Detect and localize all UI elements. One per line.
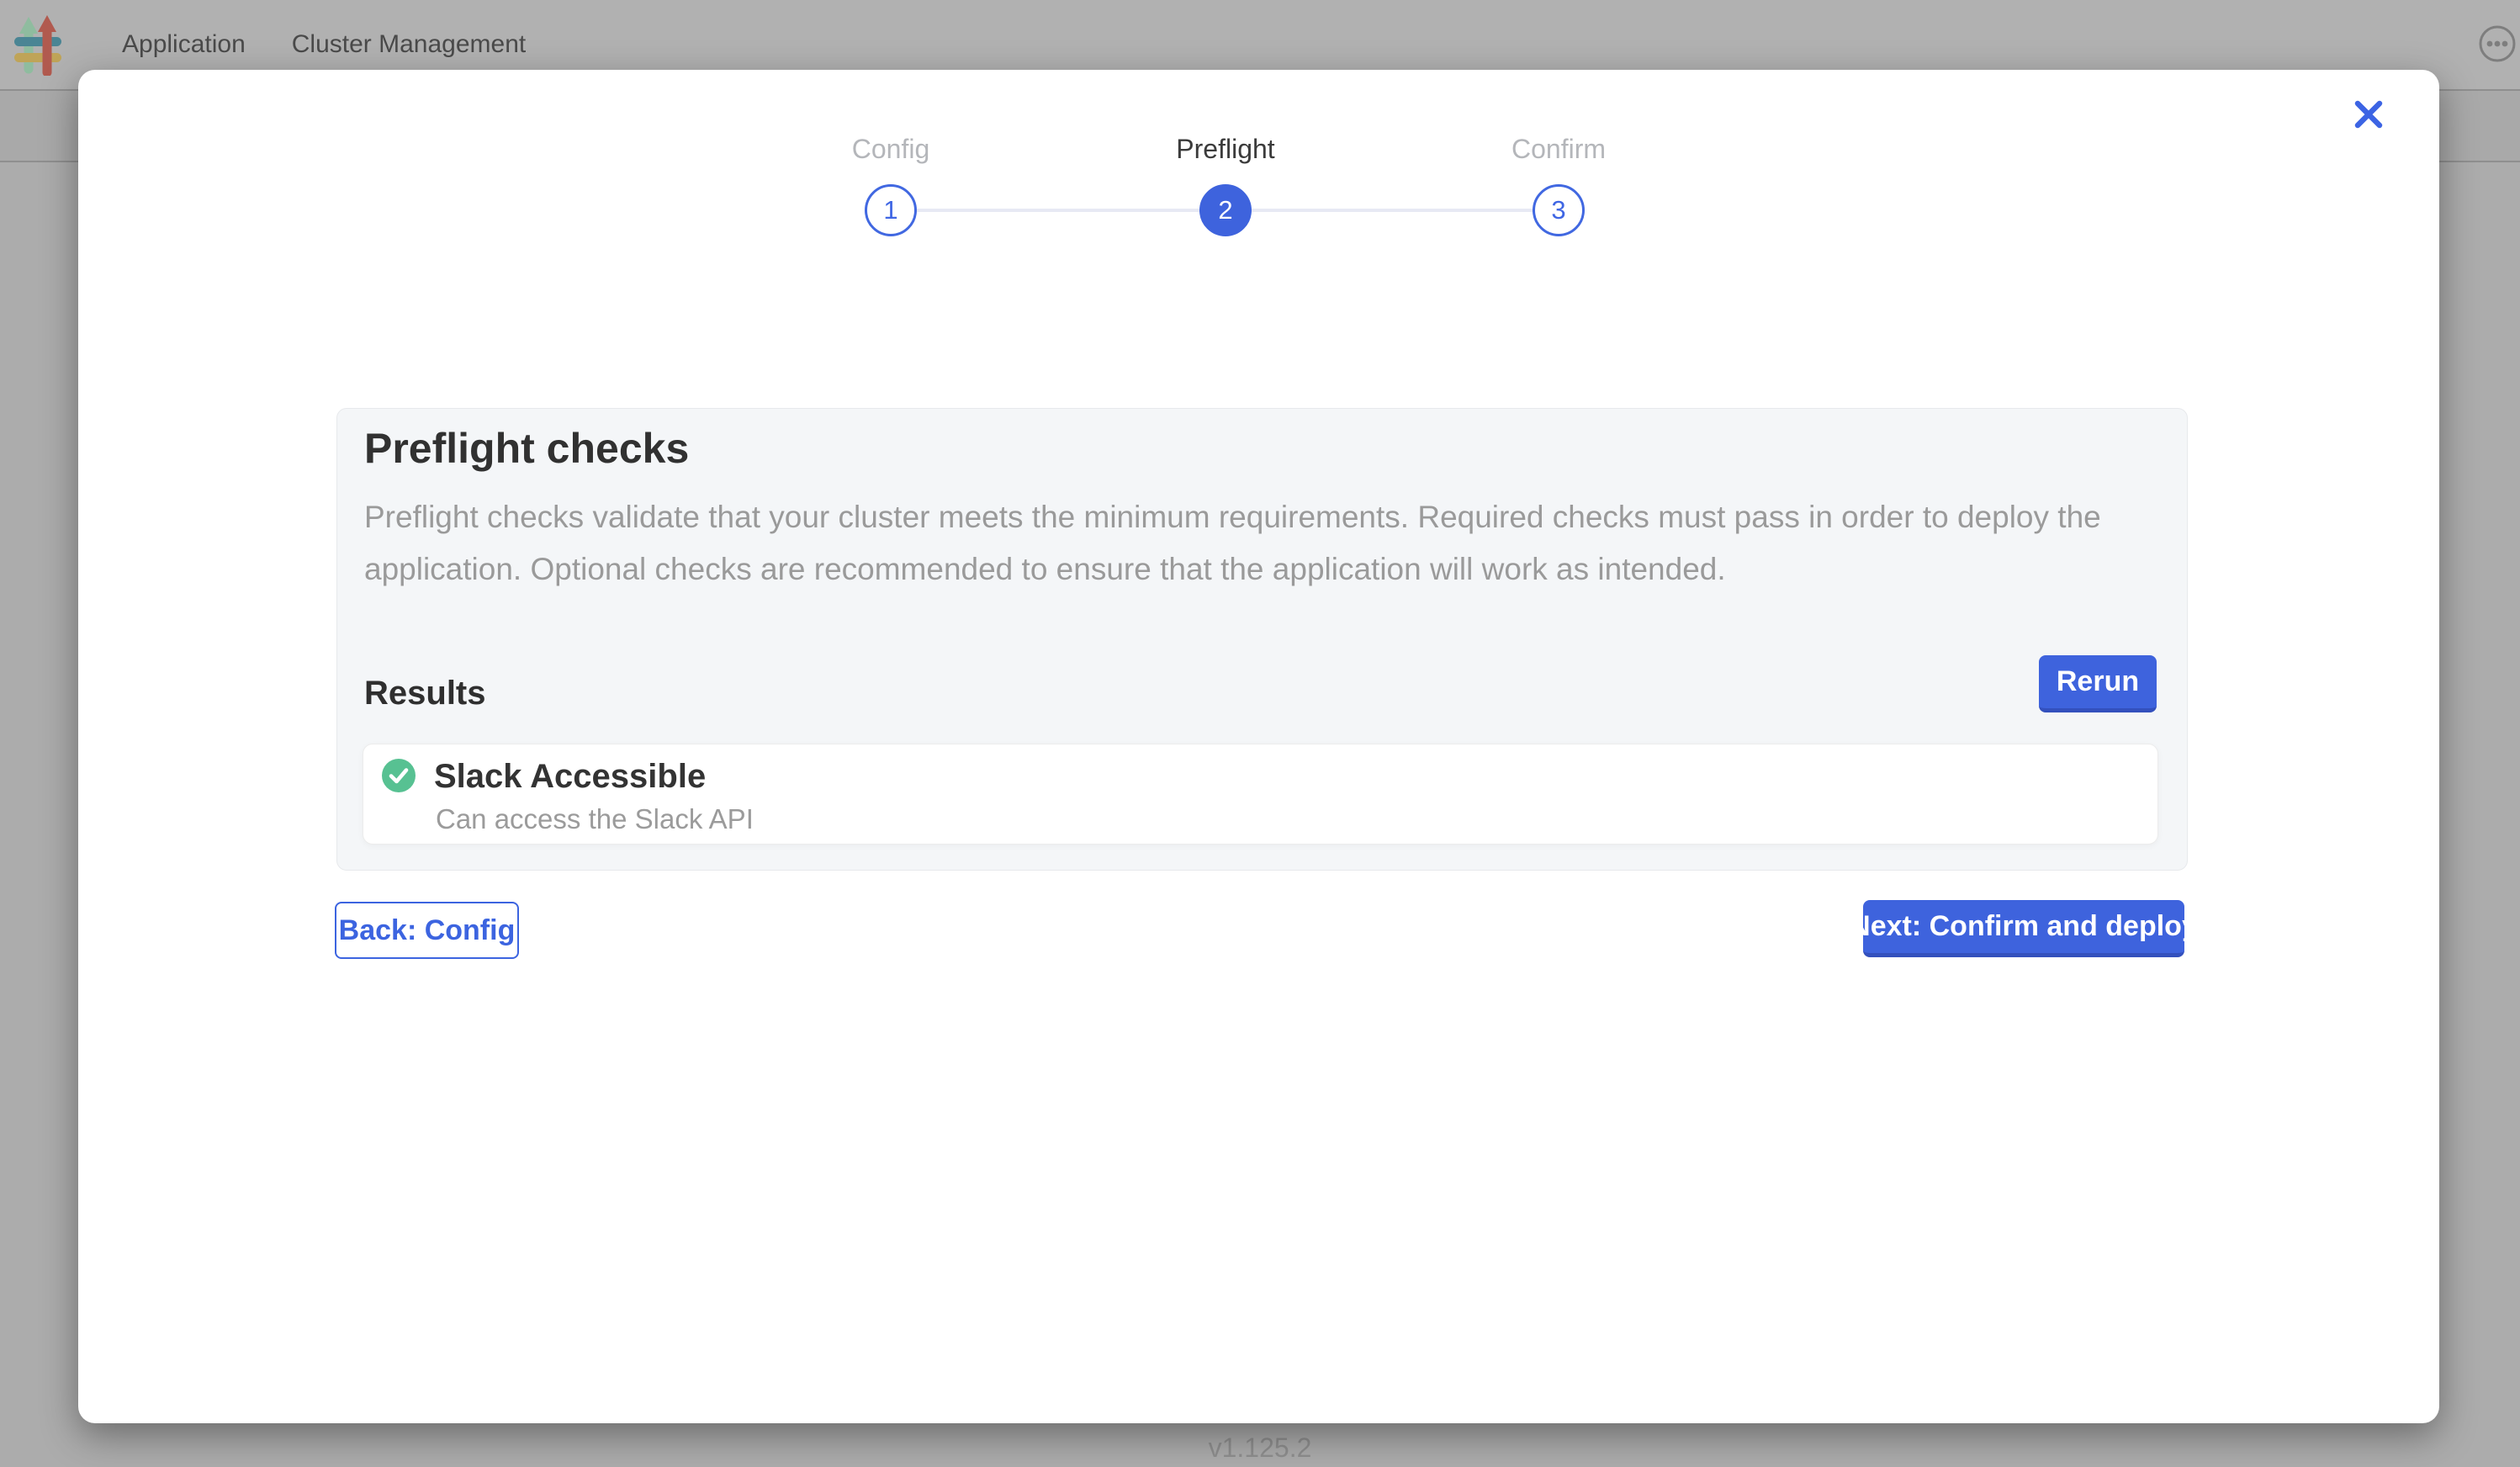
next-confirm-deploy-button[interactable]: Next: Confirm and deploy [1863,900,2184,957]
ellipsis-menu-icon[interactable] [2478,24,2517,63]
step-circle-config[interactable]: 1 [865,184,917,236]
card-title: Preflight checks [364,424,689,473]
step-label-config: Config [852,134,930,165]
results-heading: Results [364,675,486,712]
kots-logo-icon [13,13,64,76]
close-modal-button[interactable] [2349,95,2388,134]
step-label-confirm: Confirm [1511,134,1606,165]
rerun-button[interactable]: Rerun [2039,655,2157,712]
check-detail: Can access the Slack API [436,803,754,835]
app-version-text: v1.125.2 [0,1433,2520,1464]
step-circle-preflight[interactable]: 2 [1199,184,1252,236]
preflight-wizard-modal: Config Preflight Confirm 1 2 3 Preflight… [78,70,2439,1423]
back-config-button[interactable]: Back: Config [335,902,519,959]
check-circle-icon [382,759,416,792]
close-icon [2353,99,2384,130]
check-result-row: Slack Accessible Can access the Slack AP… [363,744,2158,845]
preflight-checks-card: Preflight checks Preflight checks valida… [336,408,2188,871]
screen: Application Cluster Management v1.125.2 … [0,0,2520,1467]
step-label-preflight: Preflight [1176,134,1274,165]
check-name: Slack Accessible [434,758,706,796]
card-description: Preflight checks validate that your clus… [364,491,2114,596]
step-circle-confirm[interactable]: 3 [1533,184,1585,236]
